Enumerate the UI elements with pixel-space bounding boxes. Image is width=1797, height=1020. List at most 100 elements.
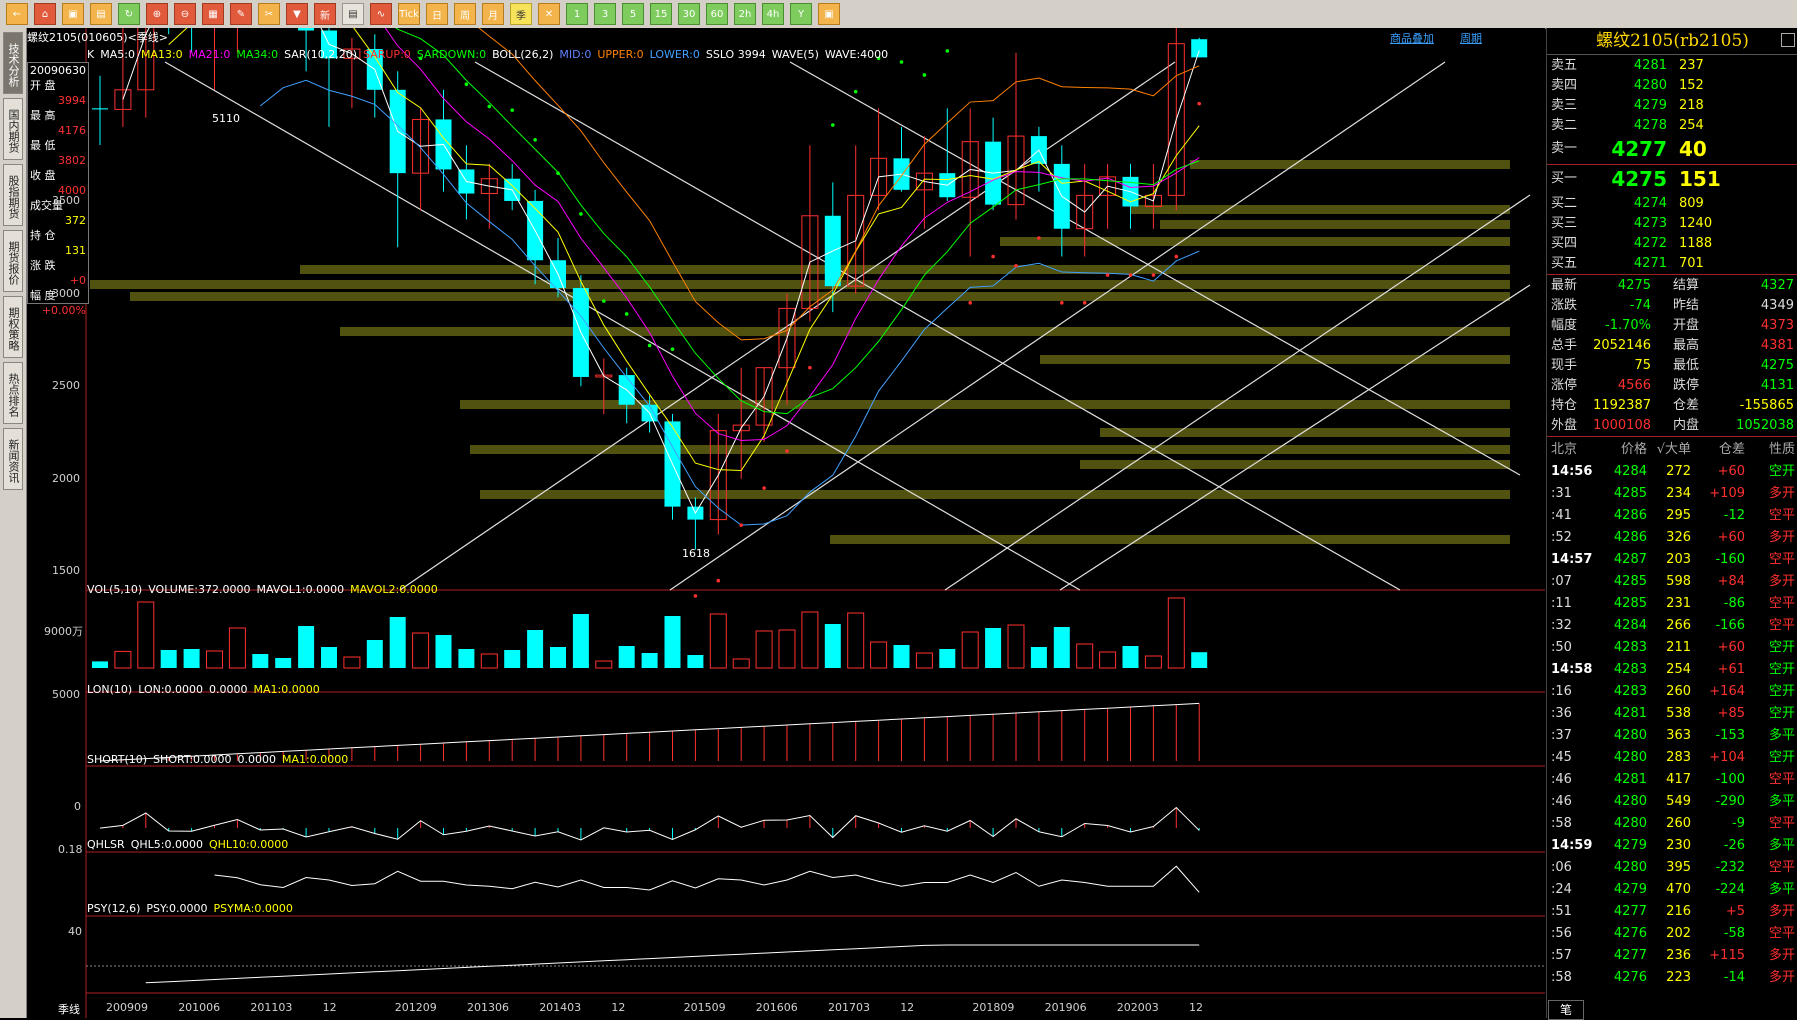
left-tab-1[interactable]: 国内期货 bbox=[3, 98, 23, 160]
toolbar-button-3[interactable]: ▤ bbox=[90, 3, 112, 25]
qhl5-line bbox=[214, 865, 1200, 893]
toolbar-button-17[interactable]: 月 bbox=[482, 3, 504, 25]
toolbar-button-19[interactable]: ✕ bbox=[538, 3, 560, 25]
toolbar-button-9[interactable]: ✂ bbox=[258, 3, 280, 25]
bid-vol-1: 809 bbox=[1679, 196, 1704, 211]
info-value-4: 372 bbox=[65, 214, 86, 227]
sar-dot-41 bbox=[1037, 236, 1041, 240]
ask-row-1: 卖四 4280 152 bbox=[1547, 76, 1797, 95]
stat-label1-7: 外盘 bbox=[1551, 418, 1578, 433]
info-label-3: 收 盘 bbox=[30, 169, 56, 182]
sar-dot-30 bbox=[785, 449, 789, 453]
panel-toggle-icon[interactable] bbox=[1781, 33, 1795, 47]
left-tab-3[interactable]: 期货报价 bbox=[3, 230, 23, 292]
tick-time-3: :52 bbox=[1551, 530, 1572, 545]
price-tick-1: 3000 bbox=[52, 286, 80, 300]
qhlsr-legend-item-1: QHL5:0.0000 bbox=[130, 838, 203, 851]
short-axis-label: 0 bbox=[74, 800, 81, 813]
tick-change-14: -100 bbox=[1715, 772, 1745, 787]
tick-time-12: :37 bbox=[1551, 728, 1572, 743]
tick-price-3: 4286 bbox=[1613, 530, 1647, 545]
toolbar-button-27[interactable]: 4h bbox=[762, 3, 784, 25]
tick-change-4: -160 bbox=[1715, 552, 1745, 567]
toolbar-button-7[interactable]: ▦ bbox=[202, 3, 224, 25]
price-band-11 bbox=[470, 445, 1510, 454]
toolbar-button-21[interactable]: 3 bbox=[594, 3, 616, 25]
tick-change-21: -58 bbox=[1723, 926, 1745, 941]
toolbar-button-5[interactable]: ⊕ bbox=[146, 3, 168, 25]
tick-header-3: 仓差 bbox=[1718, 442, 1745, 457]
toolbar-button-8[interactable]: ✎ bbox=[230, 3, 252, 25]
toolbar-button-25[interactable]: 60 bbox=[706, 3, 728, 25]
toolbar-button-18[interactable]: 季 bbox=[510, 3, 532, 25]
tick-price-11: 4281 bbox=[1613, 706, 1647, 721]
tick-price-1: 4285 bbox=[1613, 486, 1647, 501]
tick-row-13: :45 4280 283 +104 空开 bbox=[1547, 747, 1797, 769]
bid-vol-3: 1188 bbox=[1679, 236, 1713, 251]
toolbar-button-16[interactable]: 周 bbox=[454, 3, 476, 25]
stat-label2-0: 结算 bbox=[1673, 278, 1700, 293]
tick-kind-22: 多开 bbox=[1768, 948, 1795, 963]
stat-value1-3: 2052146 bbox=[1593, 338, 1651, 353]
stat-value2-7: 1052038 bbox=[1736, 418, 1794, 433]
toolbar-button-24[interactable]: 30 bbox=[678, 3, 700, 25]
left-tab-4[interactable]: 期权策略 bbox=[3, 296, 23, 358]
toolbar-button-26[interactable]: 2h bbox=[734, 3, 756, 25]
tick-row-16: :58 4280 260 -9 空平 bbox=[1547, 813, 1797, 835]
price-band-5 bbox=[90, 280, 1510, 289]
toolbar-button-1[interactable]: ⌂ bbox=[34, 3, 56, 25]
tick-kind-13: 空开 bbox=[1768, 750, 1795, 765]
toolbar-button-0[interactable]: ← bbox=[6, 3, 28, 25]
stat-label2-4: 最低 bbox=[1673, 358, 1700, 373]
toolbar-button-29[interactable]: ▣ bbox=[818, 3, 840, 25]
tick-change-23: -14 bbox=[1723, 970, 1745, 985]
toolbar-button-23[interactable]: 15 bbox=[650, 3, 672, 25]
left-tab-2[interactable]: 股指期货 bbox=[3, 164, 23, 226]
qhlsr-axis-label: 0.18 bbox=[58, 843, 83, 856]
toolbar-button-11[interactable]: 新 bbox=[314, 3, 336, 25]
bid-row-0: 买一 4275 151 bbox=[1547, 166, 1797, 192]
stat-row-4: 现手 75 最低 4275 bbox=[1547, 356, 1797, 376]
sar-dot-38 bbox=[968, 301, 972, 305]
tick-vol-2: 295 bbox=[1666, 508, 1691, 523]
stat-label1-5: 涨停 bbox=[1551, 378, 1578, 393]
tick-change-19: -224 bbox=[1715, 882, 1745, 897]
time-tick-10: 201703 bbox=[828, 1001, 870, 1014]
toolbar-button-14[interactable]: Tick bbox=[398, 3, 420, 25]
bid-name-3: 买四 bbox=[1551, 236, 1578, 251]
tick-row-10: :16 4283 260 +164 空开 bbox=[1547, 681, 1797, 703]
toolbar-button-13[interactable]: ∿ bbox=[370, 3, 392, 25]
tick-change-17: -26 bbox=[1723, 838, 1745, 853]
tick-tab[interactable]: 笔 bbox=[1548, 1000, 1584, 1020]
toolbar-button-28[interactable]: Y bbox=[790, 3, 812, 25]
left-tab-0[interactable]: 技术分析 bbox=[3, 32, 23, 94]
toolbar-button-12[interactable]: ▤ bbox=[342, 3, 364, 25]
period-link[interactable]: 周期 bbox=[1460, 30, 1482, 46]
vol-bar-23 bbox=[618, 646, 635, 668]
left-tab-5[interactable]: 热点排名 bbox=[3, 362, 23, 424]
ask-vol-1: 152 bbox=[1679, 78, 1704, 93]
tick-time-10: :16 bbox=[1551, 684, 1572, 699]
time-tick-13: 201906 bbox=[1044, 1001, 1087, 1014]
tick-time-13: :45 bbox=[1551, 750, 1572, 765]
overlay-link[interactable]: 商品叠加 bbox=[1390, 30, 1434, 46]
toolbar-button-20[interactable]: 1 bbox=[566, 3, 588, 25]
toolbar-button-2[interactable]: ▣ bbox=[62, 3, 84, 25]
tick-kind-4: 空平 bbox=[1768, 552, 1795, 567]
tick-kind-16: 空平 bbox=[1768, 816, 1795, 831]
toolbar-button-15[interactable]: 日 bbox=[426, 3, 448, 25]
toolbar-button-6[interactable]: ⊖ bbox=[174, 3, 196, 25]
toolbar-button-4[interactable]: ↻ bbox=[118, 3, 140, 25]
price-band-2 bbox=[1160, 220, 1510, 229]
tick-vol-21: 202 bbox=[1666, 926, 1691, 941]
tick-time-19: :24 bbox=[1551, 882, 1572, 897]
chart-canvas[interactable] bbox=[27, 28, 1545, 1018]
vol-bar-33 bbox=[847, 612, 865, 669]
chart-area[interactable] bbox=[27, 28, 1545, 1018]
toolbar-button-22[interactable]: 5 bbox=[622, 3, 644, 25]
tick-price-16: 4280 bbox=[1613, 816, 1647, 831]
toolbar-button-10[interactable]: ▼ bbox=[286, 3, 308, 25]
tick-price-21: 4276 bbox=[1613, 926, 1647, 941]
vol-bar-34 bbox=[870, 641, 888, 669]
left-tab-6[interactable]: 新闻资讯 bbox=[3, 428, 23, 490]
